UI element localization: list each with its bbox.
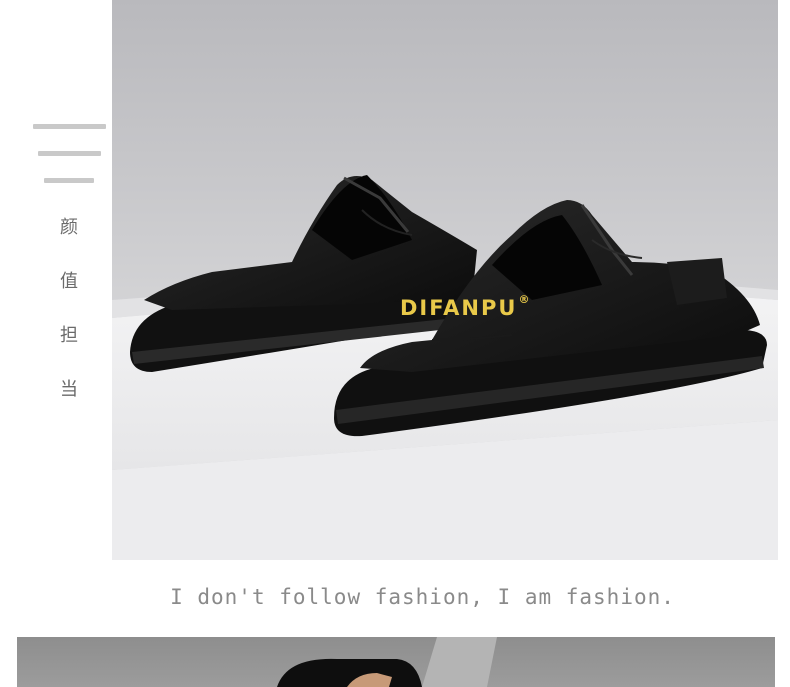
product-photo-2	[17, 637, 775, 687]
side-label-char: 担	[60, 325, 78, 346]
product-hero-image: DIFANPU®	[112, 0, 778, 560]
sandals-illustration	[112, 175, 778, 560]
menu-line-middle	[38, 151, 101, 156]
side-label-char: 当	[60, 379, 78, 400]
menu-line-bottom	[44, 178, 94, 183]
brand-watermark: DIFANPU®	[400, 293, 532, 320]
menu-line-top	[33, 124, 106, 129]
side-label-char: 值	[60, 271, 78, 292]
tagline: I don't follow fashion, I am fashion.	[170, 585, 675, 609]
brand-name: DIFANPU	[400, 296, 518, 320]
side-label-char: 颜	[60, 217, 78, 238]
menu-lines-icon	[0, 0, 112, 200]
sandal-topdown-illustration	[277, 637, 497, 687]
registered-mark: ®	[518, 293, 532, 306]
floor-highlight	[422, 637, 497, 687]
sandal-toe	[277, 658, 422, 687]
